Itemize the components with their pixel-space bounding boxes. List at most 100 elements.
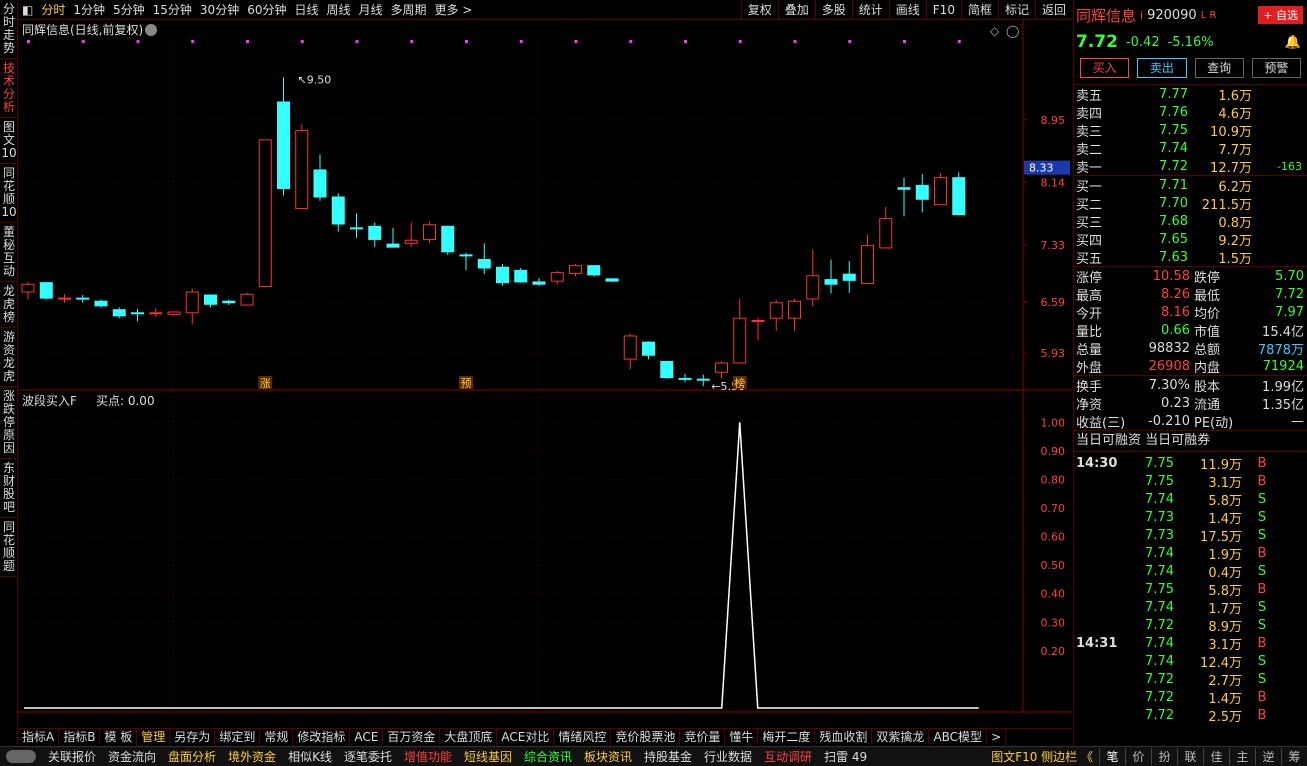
indicator-tab-17[interactable]: 残血收割	[815, 729, 873, 745]
circle-icon[interactable]: ◯	[1006, 24, 1019, 38]
status-item-6[interactable]: 增值功能	[398, 748, 458, 765]
buy-button[interactable]: 买入	[1080, 58, 1130, 78]
indicator-tab-2[interactable]: 模 板	[100, 729, 138, 745]
bid-row[interactable]: 买二 7.70 211.5万	[1074, 194, 1307, 213]
event-marker-label: 预	[461, 377, 472, 390]
period-tab-4[interactable]: 30分钟	[196, 0, 243, 20]
left-tab-8[interactable]: 东财股吧	[0, 459, 18, 518]
indicator-tab-6[interactable]: 常规	[260, 729, 294, 745]
left-tab-5[interactable]: 龙虎榜	[0, 282, 18, 328]
toolbar-button-2[interactable]: 多股	[814, 0, 852, 20]
ask-row[interactable]: 卖四 7.76 4.6万	[1074, 103, 1307, 122]
status-item-9[interactable]: 板块资讯	[578, 748, 638, 765]
left-tab-1[interactable]: 技术分析	[0, 59, 18, 118]
status-item-7[interactable]: 短线基因	[458, 748, 518, 765]
alert-button[interactable]: 预警	[1251, 58, 1301, 78]
period-tab-1[interactable]: 1分钟	[69, 0, 109, 20]
period-tab-10[interactable]: 更多 >	[431, 0, 477, 20]
indicator-tab-13[interactable]: 竞价股票池	[611, 729, 681, 745]
status-item-0[interactable]: 关联报价	[42, 748, 102, 765]
toolbar-button-1[interactable]: 叠加	[777, 0, 815, 20]
indicator-tab-18[interactable]: 双紫擒龙	[872, 729, 930, 745]
toolbar-button-4[interactable]: 画线	[888, 0, 926, 20]
indicator-tab-3[interactable]: 管理	[137, 729, 171, 745]
period-tab-8[interactable]: 月线	[355, 0, 387, 20]
period-tab-2[interactable]: 5分钟	[109, 0, 149, 20]
sidebar-toggle[interactable]: 图文F10 侧边栏 《	[985, 748, 1099, 765]
indicator-tab-11[interactable]: ACE对比	[497, 729, 555, 745]
bid-row[interactable]: 买五 7.63 1.5万	[1074, 248, 1307, 267]
dropdown-icon[interactable]	[145, 24, 157, 36]
toolbar-button-3[interactable]: 统计	[851, 0, 889, 20]
ask-row[interactable]: 卖三 7.75 10.9万	[1074, 121, 1307, 140]
panel-tab-3[interactable]: 联	[1177, 748, 1203, 765]
left-tab-9[interactable]: 同花顺题	[0, 518, 18, 577]
tick-list[interactable]: 14:30 7.75 11.9万 B 7.75 3.1万 B 7.74 5.8万 S 7.73 1.4…	[1074, 452, 1307, 725]
period-tab-7[interactable]: 周线	[323, 0, 355, 20]
bid-row[interactable]: 买一 7.71 6.2万	[1074, 176, 1307, 195]
indicator-tab-16[interactable]: 梅开二度	[758, 729, 816, 745]
status-item-8[interactable]: 综合资讯	[518, 748, 578, 765]
toolbar-button-6[interactable]: 简框	[960, 0, 998, 20]
add-favorite-button[interactable]: + 自选	[1258, 6, 1303, 24]
indicator-tab-4[interactable]: 另存为	[170, 729, 216, 745]
panel-tab-6[interactable]: 逆	[1255, 748, 1281, 765]
toggle-icon[interactable]	[6, 750, 36, 763]
left-tab-7[interactable]: 涨跌停原因	[0, 387, 18, 459]
status-item-10[interactable]: 持股基金	[638, 748, 698, 765]
period-tab-6[interactable]: 日线	[290, 0, 322, 20]
status-item-4[interactable]: 相似K线	[282, 748, 338, 765]
left-tab-6[interactable]: 游资龙虎	[0, 328, 18, 387]
panel-tab-4[interactable]: 佳	[1203, 748, 1229, 765]
status-item-12[interactable]: 互动调研	[758, 748, 818, 765]
indicator-tab-7[interactable]: 修改指标	[293, 729, 351, 745]
status-item-1[interactable]: 资金流向	[102, 748, 162, 765]
status-item-5[interactable]: 逐笔委托	[338, 748, 398, 765]
left-tab-2[interactable]: 图文10	[0, 118, 18, 164]
period-tab-5[interactable]: 60分钟	[243, 0, 290, 20]
indicator-tab-10[interactable]: 大盘顶底	[440, 729, 498, 745]
bid-row[interactable]: 买四 7.65 9.2万	[1074, 230, 1307, 249]
panel-tab-1[interactable]: 价	[1125, 748, 1151, 765]
info-icon[interactable]: i	[1140, 9, 1143, 22]
query-button[interactable]: 查询	[1194, 58, 1244, 78]
panel-tab-7[interactable]: 筹	[1281, 748, 1307, 765]
panel-tab-0[interactable]: 笔	[1099, 748, 1125, 765]
status-item-3[interactable]: 境外资金	[222, 748, 282, 765]
indicator-tab-5[interactable]: 绑定到	[215, 729, 261, 745]
indicator-tick-label: 0.70	[1041, 502, 1066, 515]
bid-row[interactable]: 买三 7.68 0.8万	[1074, 212, 1307, 231]
toolbar-button-0[interactable]: 复权	[740, 0, 778, 20]
indicator-tab-14[interactable]: 竞价量	[680, 729, 726, 745]
diamond-icon[interactable]: ◇	[990, 24, 1000, 38]
indicator-tab-19[interactable]: ABC模型	[929, 729, 988, 745]
indicator-tab-15[interactable]: 懂牛	[725, 729, 759, 745]
panel-tab-2[interactable]: 扮	[1151, 748, 1177, 765]
left-tab-0[interactable]: 分时走势	[0, 0, 18, 59]
indicator-tab-0[interactable]: 指标A	[18, 729, 60, 745]
indicator-tab-8[interactable]: ACE	[350, 729, 384, 745]
period-tab-3[interactable]: 15分钟	[149, 0, 196, 20]
status-item-2[interactable]: 盘面分析	[162, 748, 222, 765]
toolbar-button-5[interactable]: F10	[925, 0, 961, 20]
status-item-13[interactable]: 扫雷 49	[818, 748, 873, 765]
toolbar-button-7[interactable]: 标记	[997, 0, 1035, 20]
status-item-11[interactable]: 行业数据	[698, 748, 758, 765]
left-tab-4[interactable]: 董秘互动	[0, 223, 18, 282]
period-tab-9[interactable]: 多周期	[387, 0, 431, 20]
ask-row[interactable]: 卖一 7.72 12.7万 -163	[1074, 157, 1307, 176]
indicator-tab-1[interactable]: 指标B	[59, 729, 101, 745]
left-tab-3[interactable]: 同花顺10	[0, 164, 18, 223]
kline-chart[interactable]: 8.95 8.14 7.33 6.59 5.93 8.33 1.00 0.90 0.80 0.70…	[18, 20, 1072, 713]
menu-icon[interactable]: ◧	[18, 0, 37, 20]
indicator-tab-12[interactable]: 情绪风控	[554, 729, 612, 745]
indicator-tab-9[interactable]: 百万资金	[383, 729, 441, 745]
toolbar-button-8[interactable]: 返回	[1034, 0, 1072, 20]
indicator-tab-20[interactable]: >	[987, 729, 1007, 745]
ask-row[interactable]: 卖五 7.77 1.6万	[1074, 85, 1307, 104]
panel-tab-5[interactable]: 主	[1229, 748, 1255, 765]
period-tab-0[interactable]: 分时	[37, 0, 69, 20]
sell-button[interactable]: 卖出	[1137, 58, 1187, 78]
bell-icon[interactable]: 🔔	[1285, 35, 1301, 50]
ask-row[interactable]: 卖二 7.74 7.7万	[1074, 139, 1307, 158]
